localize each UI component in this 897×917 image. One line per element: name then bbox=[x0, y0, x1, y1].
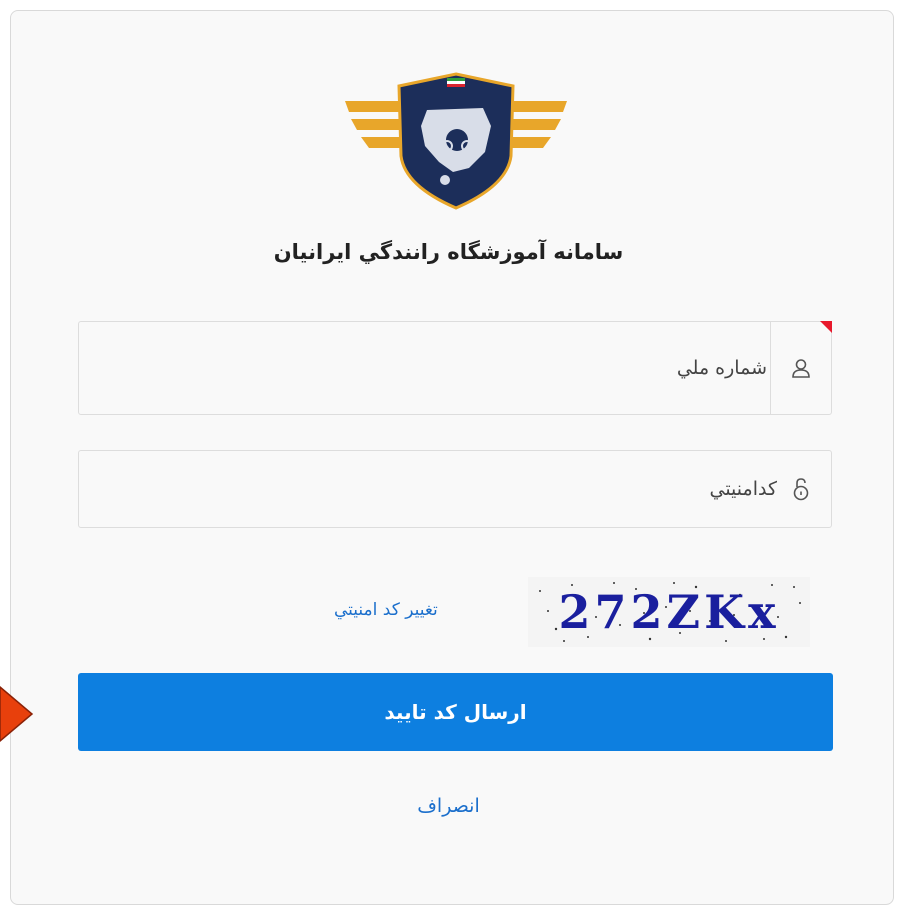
pointer-arrow-icon bbox=[0, 686, 34, 742]
captcha-code: 272ZKx bbox=[558, 585, 780, 639]
send-verification-code-button[interactable]: ارسال کد تاييد bbox=[78, 673, 833, 751]
cancel-link[interactable]: انصراف bbox=[0, 795, 897, 817]
unlock-icon bbox=[771, 451, 831, 527]
national-id-field[interactable] bbox=[78, 321, 832, 415]
page-title: سامانه آموزشگاه رانندگي ايرانيان bbox=[273, 240, 624, 264]
user-icon bbox=[770, 322, 831, 414]
security-code-field[interactable] bbox=[78, 450, 832, 528]
security-code-input[interactable] bbox=[89, 451, 779, 527]
change-security-code-link[interactable]: تغيير کد امنيتي bbox=[334, 600, 438, 620]
school-logo bbox=[345, 72, 567, 210]
national-id-input[interactable] bbox=[89, 322, 769, 414]
captcha-image: 272ZKx bbox=[528, 577, 810, 647]
